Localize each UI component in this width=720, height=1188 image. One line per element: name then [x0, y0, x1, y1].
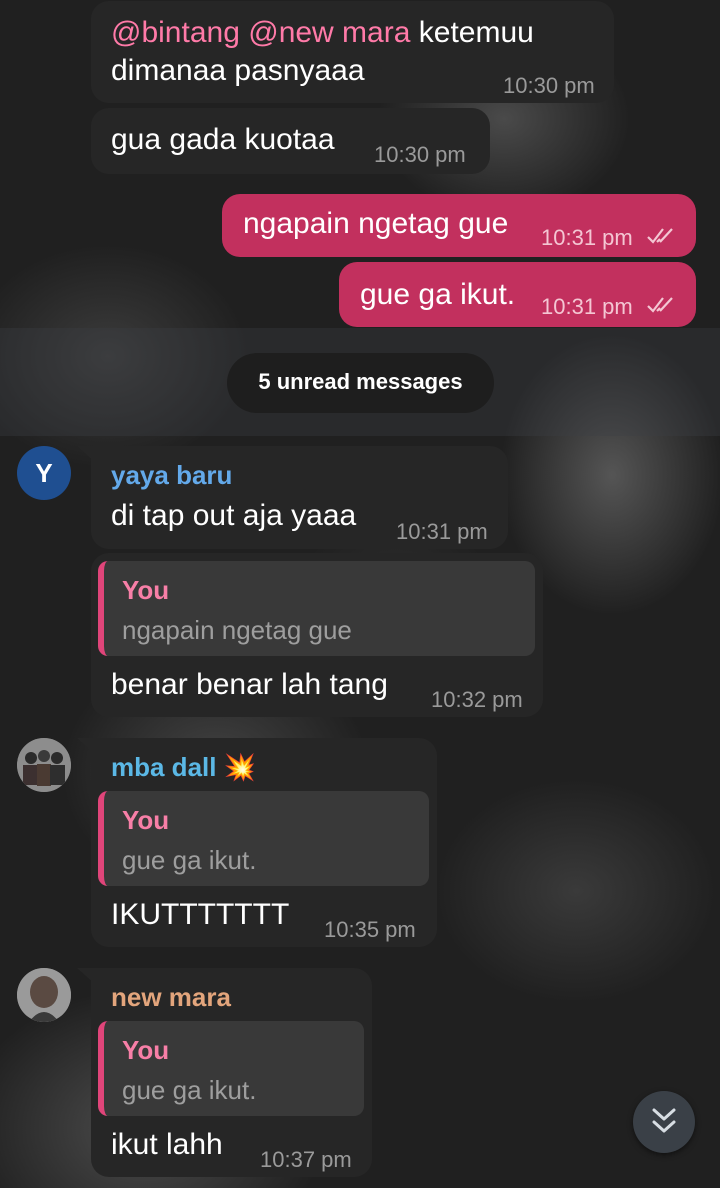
message-text: dimanaa pasnyaaa — [111, 54, 365, 87]
message-text: benar benar lah tang — [111, 668, 388, 701]
explosion-emoji-icon: 💥 — [223, 752, 257, 782]
reply-quote[interactable]: You gue ga ikut. — [98, 791, 429, 886]
avatar[interactable] — [17, 738, 71, 792]
message-text: ngapain ngetag gue — [243, 207, 509, 240]
quote-sender: You — [122, 805, 170, 835]
quote-sender: You — [122, 575, 170, 605]
double-check-icon — [647, 228, 673, 244]
sender-name[interactable]: yaya baru — [111, 460, 232, 491]
avatar-letter: Y — [35, 458, 53, 488]
group-photo-icon — [17, 738, 71, 792]
message-text: ketemuu — [418, 16, 534, 49]
quote-text: ngapain ngetag gue — [122, 615, 352, 645]
sender-name-text: mba dall — [111, 752, 217, 782]
avatar[interactable] — [17, 968, 71, 1022]
message-time: 10:32 pm — [431, 687, 523, 712]
quote-text: gue ga ikut. — [122, 845, 257, 875]
avatar[interactable]: Y — [17, 446, 71, 500]
message-bubble[interactable]: You ngapain ngetag gue benar benar lah t… — [91, 553, 543, 717]
message-time: 10:30 pm — [503, 73, 595, 98]
message-text-line: @bintang @new mara ketemuu — [111, 15, 534, 51]
profile-photo-icon — [17, 968, 71, 1022]
scroll-to-bottom-button[interactable] — [633, 1091, 695, 1153]
message-text: ikut lahh — [111, 1128, 223, 1161]
message-bubble[interactable]: mba dall 💥 You gue ga ikut. IKUTTTTTTT 1… — [77, 738, 437, 947]
quote-sender: You — [122, 1035, 170, 1065]
sender-name[interactable]: mba dall 💥 — [111, 752, 256, 783]
reply-quote[interactable]: You ngapain ngetag gue — [98, 561, 535, 656]
message-time: 10:30 pm — [374, 142, 466, 167]
message-text: IKUTTTTTTT — [111, 898, 290, 931]
message-text: gua gada kuotaa — [111, 123, 335, 156]
sender-name[interactable]: new mara — [111, 982, 231, 1013]
mention-link[interactable]: @new mara — [248, 16, 410, 49]
message-bubble[interactable]: new mara You gue ga ikut. ikut lahh 10:3… — [77, 968, 372, 1177]
unread-messages-divider: 5 unread messages — [227, 353, 494, 413]
outgoing-message-bubble[interactable]: gue ga ikut. 10:31 pm — [339, 262, 696, 327]
message-time: 10:31 pm — [541, 294, 633, 319]
message-bubble[interactable]: yaya baru di tap out aja yaaa 10:31 pm — [77, 446, 508, 549]
mention-link[interactable]: @bintang — [111, 16, 240, 49]
message-bubble[interactable]: gua gada kuotaa 10:30 pm — [91, 108, 490, 174]
reply-quote[interactable]: You gue ga ikut. — [98, 1021, 364, 1116]
message-time: 10:37 pm — [260, 1147, 352, 1172]
message-bubble[interactable]: @bintang @new mara ketemuu dimanaa pasny… — [91, 1, 614, 103]
message-text: di tap out aja yaaa — [111, 499, 357, 532]
outgoing-message-bubble[interactable]: ngapain ngetag gue 10:31 pm — [222, 194, 696, 257]
message-time: 10:35 pm — [324, 917, 416, 942]
message-text: gue ga ikut. — [360, 278, 516, 311]
quote-text: gue ga ikut. — [122, 1075, 257, 1105]
double-chevron-down-icon — [652, 1108, 676, 1133]
unread-messages-label: 5 unread messages — [258, 369, 463, 394]
double-check-icon — [647, 297, 673, 313]
message-time: 10:31 pm — [396, 519, 488, 544]
message-time: 10:31 pm — [541, 225, 633, 250]
